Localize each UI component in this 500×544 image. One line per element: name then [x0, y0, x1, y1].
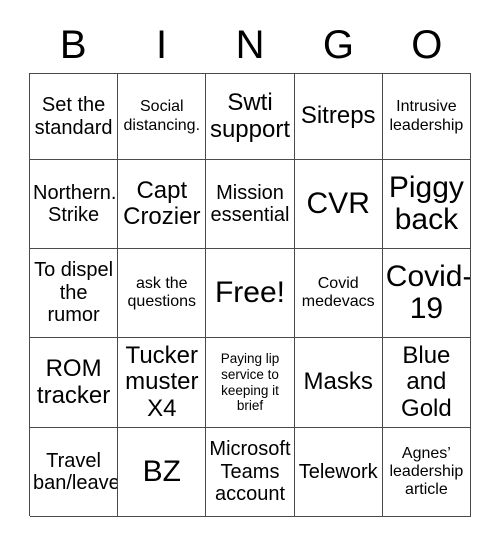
bingo-card: B I N G O Set the standard Social distancing.… [0, 0, 500, 544]
bingo-cell-label: Travel ban/leave [33, 449, 119, 494]
bingo-cell-label: Masks [303, 368, 373, 396]
bingo-cell-label: CVR [306, 186, 370, 220]
bingo-cell-label: To dispel the rumor [34, 259, 114, 327]
bingo-cell-r2c1[interactable]: Northern. Strike [30, 160, 119, 249]
bingo-cell-label: Intrusive leadership [389, 98, 464, 134]
bingo-cell-r4c3[interactable]: Paying lip service to keeping it brief [206, 338, 295, 428]
bingo-cell-r4c2[interactable]: Tucker muster X4 [118, 338, 207, 428]
bingo-cell-r3c4[interactable]: Covid medevacs [294, 249, 383, 338]
bingo-cell-label: Microsoft Teams account [209, 438, 291, 506]
bingo-cell-label: ROM tracker [36, 355, 111, 409]
bingo-cell-r5c2[interactable]: BZ [118, 428, 207, 517]
bingo-cell-label: Covid-19 [385, 259, 471, 325]
bingo-cell-label: Blue and Gold [401, 341, 452, 422]
bingo-grid: Set the standard Social distancing. Swti s… [29, 73, 471, 517]
bingo-header-row: BINGO [29, 16, 471, 73]
bingo-cell-label: Paying lip service to keeping it brief [220, 351, 280, 414]
bingo-header-letter-o: O [411, 22, 443, 67]
bingo-cell-label: ask the questions [127, 274, 197, 310]
bingo-cell-r3c5[interactable]: Covid-19 [382, 249, 471, 338]
bingo-header-letter-n: N [235, 22, 265, 67]
bingo-header-letter-i: I [156, 22, 168, 67]
bingo-header-letter-g: G [322, 22, 354, 67]
bingo-cell-r4c4[interactable]: Masks [294, 338, 383, 428]
bingo-cell-r2c5[interactable]: Piggy back [382, 160, 471, 249]
bingo-header-letter-b: B [59, 22, 87, 67]
bingo-cell-label: Agnes’ leadership article [389, 444, 464, 499]
bingo-cell-r2c3[interactable]: Mission essential [206, 160, 295, 249]
bingo-cell-label: Covid medevacs [301, 274, 375, 310]
bingo-cell-label: Tucker muster X4 [125, 341, 199, 422]
bingo-cell-r2c4[interactable]: CVR [294, 160, 383, 249]
bingo-cell-r1c3[interactable]: Swti support [206, 74, 295, 160]
bingo-cell-r1c1[interactable]: Set the standard [30, 74, 119, 160]
bingo-cell-r4c1[interactable]: ROM tracker [30, 338, 119, 428]
bingo-cell-r3c1[interactable]: To dispel the rumor [30, 249, 119, 338]
bingo-cell-label: Social distancing. [123, 98, 201, 134]
bingo-cell-label: Telework [298, 460, 378, 483]
bingo-cell-r5c4[interactable]: Telework [294, 428, 383, 517]
bingo-cell-r5c5[interactable]: Agnes’ leadership article [382, 428, 471, 517]
bingo-cell-label: Free! [214, 275, 285, 309]
bingo-cell-label: Capt Crozier [123, 176, 201, 230]
bingo-cell-label: BZ [142, 454, 181, 488]
bingo-cell-label: Sitreps [300, 102, 376, 130]
bingo-cell-label: Swti support [209, 89, 291, 143]
bingo-cell-label: Mission essential [210, 181, 290, 226]
bingo-cell-label: Set the standard [34, 94, 113, 139]
bingo-cell-r5c1[interactable]: Travel ban/leave [30, 428, 119, 517]
bingo-cell-label: Northern. Strike [33, 181, 117, 226]
bingo-cell-r1c4[interactable]: Sitreps [294, 74, 383, 160]
bingo-cell-label: Piggy back [388, 170, 464, 236]
bingo-cell-r2c2[interactable]: Capt Crozier [118, 160, 207, 249]
bingo-cell-r1c5[interactable]: Intrusive leadership [382, 74, 471, 160]
bingo-cell-r5c3[interactable]: Microsoft Teams account [206, 428, 295, 517]
bingo-cell-r1c2[interactable]: Social distancing. [118, 74, 207, 160]
bingo-cell-r3c3[interactable]: Free! [206, 249, 295, 338]
bingo-cell-r4c5[interactable]: Blue and Gold [382, 338, 471, 428]
bingo-cell-r3c2[interactable]: ask the questions [118, 249, 207, 338]
